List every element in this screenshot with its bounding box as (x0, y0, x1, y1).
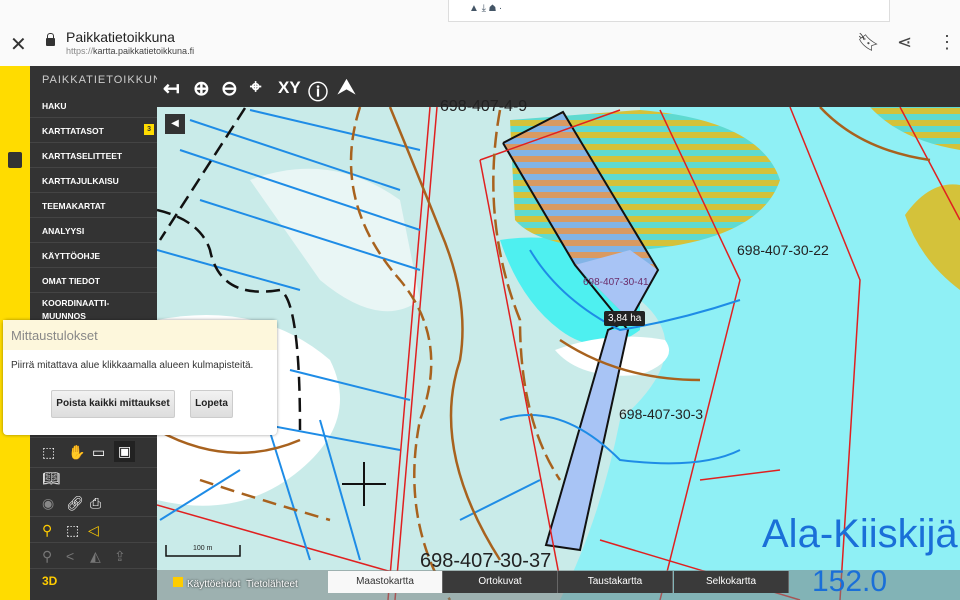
pan-hand-icon[interactable]: ✋ (68, 444, 85, 461)
menu-kayttoohje[interactable]: KÄYTTÖOHJE (30, 243, 157, 268)
sources-link[interactable]: Tietolähteet (246, 579, 298, 590)
3d-button[interactable]: 3D (42, 574, 57, 588)
link-icon[interactable]: 🔗︎ (66, 495, 84, 512)
brand: PAIKKATIETOIKKUNA (42, 74, 171, 86)
lock-icon (46, 33, 55, 46)
import-icon[interactable]: ⇪ (114, 548, 126, 565)
stop-button[interactable]: Lopeta (190, 390, 233, 418)
terms-link[interactable]: Käyttöehdot (187, 579, 240, 590)
bookmark-icon[interactable]: 🔖︎ (857, 32, 880, 53)
add-line-icon[interactable]: < (66, 548, 74, 564)
parcel-label: 698-407-30-3 (619, 406, 704, 422)
menu-analyysi[interactable]: ANALYYSI (30, 218, 157, 243)
page-title: Paikkatietoikkuna (66, 29, 175, 45)
notification-bar: ▲ ⤓ ☗ · (448, 0, 890, 22)
zoom-out-icon[interactable]: ⊖ (221, 76, 238, 101)
parcel-label: 698-407-30-22 (737, 242, 829, 258)
map-legend-icon[interactable]: 📖︎ (42, 470, 60, 487)
page-url: https://kartta.paikkatietoikkuna.fi (66, 46, 195, 56)
add-point-icon[interactable]: ⚲ (42, 548, 52, 565)
menu-karttaselitteet[interactable]: KARTTASELITTEET (30, 143, 157, 168)
map-toolbar: ↤ ⊕ ⊖ ⌖ XY ⓘ ⮝ (157, 66, 960, 107)
popup-title: Mittaustulokset (3, 320, 277, 350)
tab-taustakartta[interactable]: Taustakartta (558, 571, 673, 593)
remove-all-measurements-button[interactable]: Poista kaikki mittaukset (51, 390, 175, 418)
xy-button[interactable]: XY (278, 78, 301, 98)
tool-row: ⬚ ✋ ▭ ▣ (30, 437, 157, 467)
marker-icon[interactable]: ⚲ (42, 522, 52, 539)
logo-icon (173, 577, 183, 587)
tab-selkokartta[interactable]: Selkokartta (674, 571, 789, 593)
parcel-label: 698-407-30-41 (583, 277, 649, 288)
tab-maastokartta[interactable]: Maastokartta (328, 571, 443, 593)
popup-text: Piirrä mitattava alue klikkaamalla aluee… (11, 360, 254, 371)
zoom-in-icon[interactable]: ⊕ (193, 76, 210, 101)
menu-karttatasot[interactable]: KARTTATASOT 3 (30, 118, 157, 143)
menu-teemakartat[interactable]: TEEMAKARTAT (30, 193, 157, 218)
menu-omat-tiedot[interactable]: OMAT TIEDOT (30, 268, 157, 293)
footer-links: Käyttöehdot Tietolähteet (173, 577, 298, 590)
browser-bar: ▲ ⤓ ☗ · ✕ Paikkatietoikkuna https://kart… (0, 0, 960, 66)
menu-haku[interactable]: HAKU (30, 93, 157, 118)
measurement-popup: Mittaustulokset Piirrä mitattava alue kl… (3, 320, 277, 435)
add-area-icon[interactable]: ◭ (90, 548, 101, 565)
scale-label: 100 m (193, 545, 213, 552)
lake-label: Ala-Kiiskijä (762, 512, 958, 556)
collapse-button[interactable]: ◀ (165, 114, 185, 134)
tab-ortokuvat[interactable]: Ortokuvat (443, 571, 558, 593)
feature-info-icon[interactable]: ◁ (88, 522, 99, 539)
close-icon[interactable]: ✕ (10, 32, 27, 57)
measure-line-icon[interactable]: ▭ (92, 444, 105, 461)
parcel-label: 698-407-4-9 (440, 98, 528, 115)
north-arrow-icon[interactable]: ⮝ (338, 76, 355, 99)
menu-karttajulkaisu[interactable]: KARTTAJULKAISU (30, 168, 157, 193)
camera-icon[interactable]: ◉ (42, 495, 54, 512)
locate-icon[interactable]: ⌖ (250, 76, 261, 99)
share-icon[interactable]: ⋖ (897, 32, 912, 53)
logo-icon (8, 152, 22, 168)
select-icon[interactable]: ⬚ (66, 522, 79, 539)
back-icon[interactable]: ↤ (163, 76, 180, 101)
info-icon[interactable]: ⓘ (308, 76, 328, 105)
zoom-box-icon[interactable]: ⬚ (42, 444, 55, 461)
measure-area-icon[interactable]: ▣ (114, 441, 136, 462)
print-icon[interactable]: ⎙ (90, 495, 101, 512)
area-measurement: 3,84 ha (604, 311, 646, 326)
layer-count-badge: 3 (144, 124, 154, 135)
elevation-label: 152.0 (812, 565, 888, 598)
more-icon[interactable]: ⋮ (938, 32, 956, 53)
